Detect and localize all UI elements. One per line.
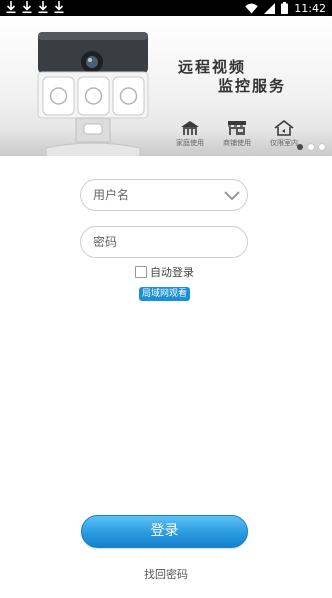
usage-shop: 商铺使用 (215, 120, 259, 148)
download-icon (6, 1, 16, 14)
pager-dot[interactable] (308, 144, 314, 150)
pager-dot[interactable] (319, 144, 325, 150)
camera-image (37, 32, 149, 156)
promo-banner[interactable]: 远程视频 监控服务 家庭使用 商铺使用 仅限室内 (0, 16, 332, 156)
password-field[interactable] (80, 226, 248, 258)
usage-label-home: 家庭使用 (176, 139, 204, 147)
pager-dot[interactable] (297, 144, 303, 150)
banner-pager[interactable] (297, 144, 325, 150)
banner-title-line2: 监控服务 (218, 77, 287, 95)
signal-icon (264, 2, 276, 14)
auto-login-checkbox[interactable] (135, 266, 147, 278)
username-field[interactable] (80, 179, 248, 211)
chevron-down-icon[interactable] (223, 187, 241, 203)
password-input[interactable] (93, 227, 223, 257)
indoor-house-icon (274, 120, 294, 136)
usage-home: 家庭使用 (168, 120, 212, 148)
shop-icon (228, 121, 246, 135)
house-icon (181, 121, 199, 135)
battery-icon (281, 2, 289, 14)
username-input[interactable] (93, 180, 223, 210)
status-time: 11:42 (294, 1, 326, 15)
download-icon (54, 1, 64, 14)
lan-view-button[interactable]: 局域网观看 (139, 287, 191, 301)
auto-login-option[interactable]: 自动登录 (135, 264, 194, 280)
wifi-icon (245, 3, 259, 13)
usage-label-shop: 商铺使用 (223, 139, 251, 147)
banner-title-line1: 远程视频 (178, 58, 247, 76)
status-bar: 11:42 (0, 0, 332, 16)
forgot-password-link[interactable]: 找回密码 (0, 566, 332, 582)
notification-icons (6, 1, 64, 14)
login-button[interactable]: 登录 (81, 515, 248, 548)
auto-login-label[interactable]: 自动登录 (150, 264, 194, 280)
download-icon (22, 1, 32, 14)
download-icon (38, 1, 48, 14)
